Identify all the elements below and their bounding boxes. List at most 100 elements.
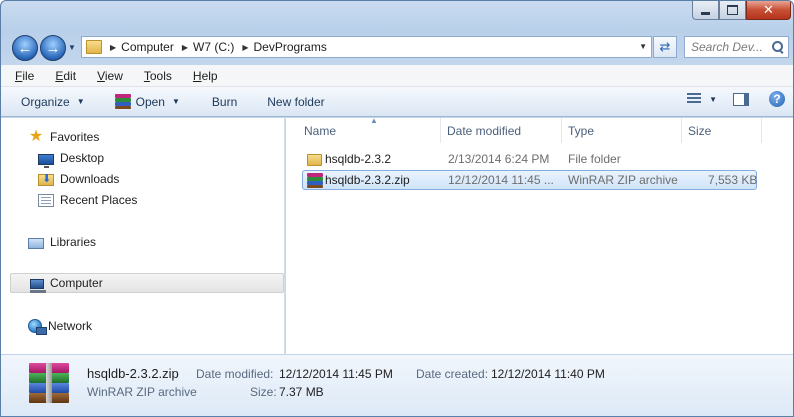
menu-file-label: ile	[22, 68, 35, 83]
sort-ascending-icon: ▲	[370, 116, 378, 125]
libraries-icon	[28, 238, 44, 249]
file-list: ▲ Name Date modified Type Size hsqldb-2.…	[286, 116, 793, 354]
view-controls: ▼ ?	[681, 91, 785, 107]
menu-tools-label: ools	[149, 68, 172, 83]
close-icon: ✕	[763, 2, 774, 17]
address-bar[interactable]: ▶ Computer ▶ W7 (C:) ▶ DevPrograms ▼	[81, 36, 652, 58]
breadcrumb-devprograms[interactable]: DevPrograms	[253, 40, 326, 54]
title-bar: ✕ ← → ▼ ▶ Computer ▶ W7 (C:) ▶ DevProgra…	[1, 1, 793, 65]
details-size: 7.37 MB	[279, 385, 324, 399]
organize-label: Organize	[21, 94, 70, 109]
nav-computer[interactable]: Computer	[10, 273, 284, 293]
menu-bar: File Edit View Tools Help	[1, 65, 793, 87]
burn-label: Burn	[211, 94, 238, 109]
chevron-down-icon: ▼	[76, 97, 85, 106]
details-pane: hsqldb-2.3.2.zip WinRAR ZIP archive Date…	[1, 354, 793, 416]
column-size-label: Size	[688, 123, 712, 138]
desktop-icon	[38, 153, 54, 168]
menu-tools[interactable]: Tools	[140, 67, 176, 85]
computer-icon	[30, 278, 46, 293]
recent-places-icon	[38, 193, 54, 207]
explorer-window: ✕ ← → ▼ ▶ Computer ▶ W7 (C:) ▶ DevProgra…	[0, 0, 794, 417]
details-date-created-label: Date created:	[416, 367, 489, 381]
column-header-type[interactable]: Type	[562, 118, 682, 143]
menu-view-label: iew	[104, 68, 123, 83]
column-header-date-modified[interactable]: Date modified	[441, 118, 562, 143]
new-folder-button[interactable]: New folder	[261, 92, 330, 112]
winrar-icon	[114, 94, 131, 109]
nav-desktop[interactable]: Desktop	[38, 148, 104, 168]
nav-favorites-label: Favorites	[50, 130, 100, 144]
menu-view[interactable]: View	[93, 67, 127, 85]
search-input[interactable]: Search Dev...	[684, 36, 789, 58]
view-options-dropdown[interactable]: ▼	[709, 95, 717, 104]
column-header-name[interactable]: ▲ Name	[298, 116, 441, 143]
nav-computer-label: Computer	[50, 276, 103, 290]
menu-file[interactable]: File	[11, 67, 38, 85]
details-date-modified: 12/12/2014 11:45 PM	[279, 367, 393, 381]
details-date-created: 12/12/2014 11:40 PM	[491, 367, 605, 381]
chevron-right-icon[interactable]: ▶	[182, 43, 188, 52]
minimize-button[interactable]	[692, 1, 719, 20]
breadcrumb-computer[interactable]: Computer	[121, 40, 174, 54]
winrar-zip-large-icon	[29, 361, 69, 407]
details-date-modified-label: Date modified:	[196, 367, 274, 381]
address-dropdown-icon[interactable]: ▼	[639, 42, 647, 51]
chevron-right-icon[interactable]: ▶	[242, 43, 248, 52]
nav-downloads[interactable]: Downloads	[38, 169, 119, 189]
network-icon	[28, 319, 47, 335]
open-label: Open	[135, 94, 165, 109]
back-button[interactable]: ←	[12, 35, 38, 61]
menu-help[interactable]: Help	[189, 67, 222, 85]
nav-desktop-label: Desktop	[60, 151, 105, 165]
organize-button[interactable]: Organize ▼	[15, 92, 91, 112]
star-icon: ★	[28, 128, 44, 145]
menu-help-label: elp	[201, 68, 218, 83]
file-row-selected[interactable]: hsqldb-2.3.2.zip 12/12/2014 11:45 ... Wi…	[302, 170, 757, 190]
new-folder-label: New folder	[267, 94, 325, 109]
burn-button[interactable]: Burn	[206, 92, 243, 112]
open-button[interactable]: Open ▼	[109, 91, 186, 112]
maximize-icon	[727, 5, 738, 15]
nav-favorites[interactable]: ★ Favorites	[28, 127, 100, 147]
folder-icon	[86, 40, 102, 54]
close-button[interactable]: ✕	[746, 1, 791, 20]
menu-edit-label: dit	[63, 68, 77, 83]
nav-network-label: Network	[48, 319, 93, 333]
change-view-icon[interactable]	[687, 93, 702, 105]
file-size: 7,553 KB	[708, 173, 758, 187]
details-size-label: Size:	[250, 385, 277, 399]
downloads-icon	[38, 172, 54, 186]
menu-edit[interactable]: Edit	[51, 67, 80, 85]
file-date: 12/12/2014 11:45 ...	[448, 173, 554, 187]
file-type: WinRAR ZIP archive	[568, 173, 678, 187]
maximize-button[interactable]	[719, 1, 746, 20]
chevron-down-icon: ▼	[171, 97, 180, 106]
folder-icon	[307, 154, 322, 166]
breadcrumb-drive[interactable]: W7 (C:)	[193, 40, 234, 54]
nav-recent-places[interactable]: Recent Places	[38, 190, 137, 210]
search-icon[interactable]	[771, 40, 785, 54]
file-row[interactable]: hsqldb-2.3.2 2/13/2014 6:24 PM File fold…	[302, 150, 757, 170]
minimize-icon	[701, 11, 710, 15]
nav-downloads-label: Downloads	[60, 172, 120, 186]
nav-recent-places-label: Recent Places	[60, 193, 138, 207]
forward-arrow-icon: →	[45, 39, 61, 57]
forward-button[interactable]: →	[40, 35, 66, 61]
nav-libraries-label: Libraries	[50, 235, 97, 249]
nav-network[interactable]: Network	[28, 316, 92, 336]
chevron-right-icon[interactable]: ▶	[110, 43, 116, 52]
winrar-zip-icon	[307, 173, 323, 188]
file-type: File folder	[568, 152, 621, 166]
file-name: hsqldb-2.3.2.zip	[325, 173, 410, 187]
navigation-pane: ★ Favorites Desktop Downloads Recent Pla…	[1, 118, 285, 354]
recent-pages-dropdown[interactable]: ▼	[68, 43, 76, 52]
caption-buttons: ✕	[692, 1, 791, 21]
preview-pane-icon[interactable]	[733, 92, 749, 106]
help-icon[interactable]: ?	[769, 91, 785, 107]
nav-libraries[interactable]: Libraries	[28, 232, 96, 252]
column-header-size[interactable]: Size	[682, 118, 762, 143]
menu-help-shortcut: H	[192, 68, 202, 83]
file-date: 2/13/2014 6:24 PM	[448, 152, 550, 166]
refresh-button[interactable]: ⇄	[653, 36, 677, 58]
